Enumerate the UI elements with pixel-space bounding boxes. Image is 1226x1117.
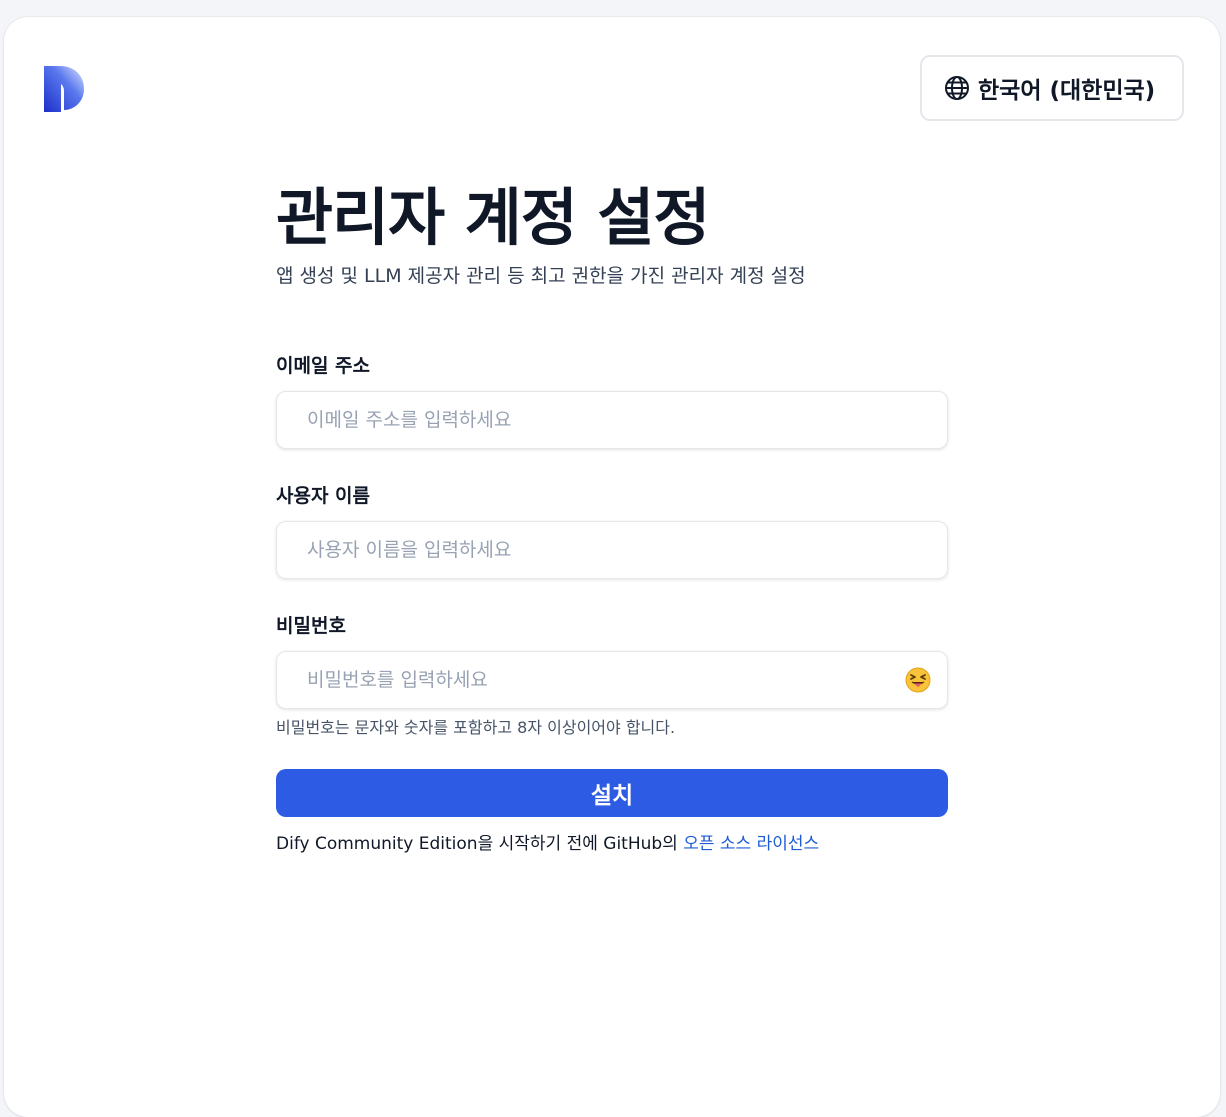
page-title: 관리자 계정 설정	[276, 181, 710, 254]
dify-logo-icon	[44, 66, 84, 112]
squinting-tongue-emoji-icon[interactable]	[904, 666, 932, 694]
language-selector-button[interactable]: 한국어 (대한민국)	[920, 55, 1184, 121]
license-notice: Dify Community Edition을 시작하기 전에 GitHub의 …	[276, 829, 819, 854]
page-subtitle: 앱 생성 및 LLM 제공자 관리 등 최고 권한을 가진 관리자 계정 설정	[276, 265, 806, 287]
install-button[interactable]: 설치	[276, 769, 948, 817]
open-source-license-link[interactable]: 오픈 소스 라이선스	[683, 834, 819, 854]
license-notice-text: Dify Community Edition을 시작하기 전에 GitHub의	[276, 834, 684, 854]
password-hint: 비밀번호는 문자와 숫자를 포함하고 8자 이상이어야 합니다.	[276, 718, 676, 737]
setup-card: 한국어 (대한민국) 관리자 계정 설정 앱 생성 및 LLM 제공자 관리 등…	[4, 17, 1220, 1117]
username-label: 사용자 이름	[276, 485, 371, 507]
password-label: 비밀번호	[276, 615, 346, 637]
username-input[interactable]	[276, 521, 948, 579]
email-input[interactable]	[276, 391, 948, 449]
globe-icon	[944, 75, 970, 101]
password-input[interactable]	[276, 651, 948, 709]
language-label: 한국어 (대한민국)	[978, 78, 1156, 104]
email-label: 이메일 주소	[276, 355, 371, 377]
